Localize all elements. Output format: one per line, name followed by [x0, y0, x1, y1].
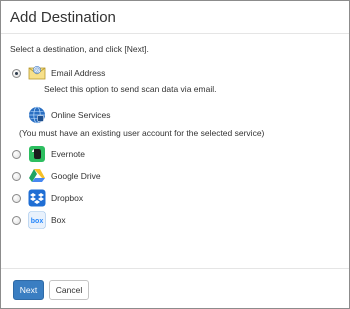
option-box-label: Box: [51, 215, 66, 225]
option-email-label: Email Address: [51, 68, 106, 78]
svg-text:box: box: [31, 218, 44, 225]
add-destination-dialog: Add Destination Select a destination, an…: [0, 0, 350, 309]
radio-box[interactable]: [12, 215, 21, 225]
option-evernote-label: Evernote: [51, 149, 86, 159]
radio-email[interactable]: [12, 68, 21, 78]
dialog-title: Add Destination: [10, 9, 116, 26]
email-description: Select this option to send scan data via…: [44, 84, 217, 94]
option-google-drive[interactable]: Google Drive: [10, 165, 349, 187]
dialog-footer: Next Cancel: [1, 268, 349, 300]
option-online-services: Online Services: [10, 104, 349, 126]
google-drive-icon: [28, 167, 46, 185]
radio-dropbox[interactable]: [12, 193, 21, 203]
radio-evernote[interactable]: [12, 149, 21, 159]
online-services-note: (You must have an existing user account …: [19, 128, 265, 138]
next-button[interactable]: Next: [13, 280, 44, 300]
online-services-icon: [28, 106, 46, 124]
svg-text:@: @: [34, 68, 40, 74]
option-online-services-label: Online Services: [51, 110, 111, 120]
option-google-drive-label: Google Drive: [51, 171, 101, 181]
option-email[interactable]: @ Email Address: [10, 62, 349, 84]
option-dropbox-label: Dropbox: [51, 193, 84, 203]
option-dropbox[interactable]: Dropbox: [10, 187, 349, 209]
option-evernote[interactable]: Evernote: [10, 143, 349, 165]
box-icon: box: [28, 211, 46, 229]
cancel-button[interactable]: Cancel: [49, 280, 89, 300]
instruction-text: Select a destination, and click [Next].: [10, 44, 149, 54]
option-box[interactable]: box Box: [10, 209, 349, 231]
dialog-header: Add Destination: [1, 1, 349, 34]
evernote-icon: [28, 145, 46, 163]
radio-google-drive[interactable]: [12, 171, 21, 181]
dropbox-icon: [28, 189, 46, 207]
dialog-body: Select a destination, and click [Next]. …: [1, 34, 349, 231]
email-icon: @: [28, 64, 46, 82]
